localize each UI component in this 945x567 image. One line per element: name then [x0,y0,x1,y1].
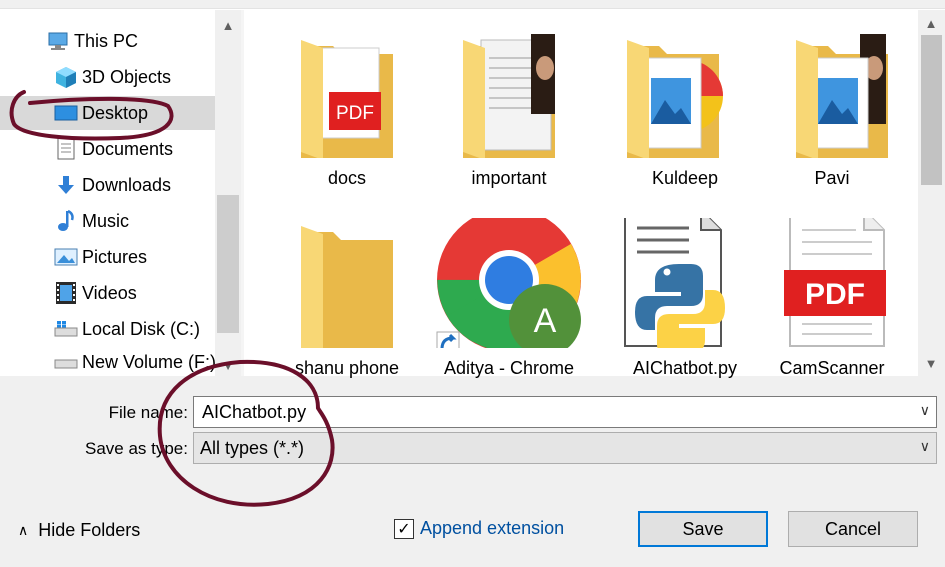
folder-pictures-icon [796,34,888,158]
file-name: shanu phone [294,358,400,378]
navigation-pane: This PC 3D Objects Desktop Documents Dow… [0,10,215,376]
chevron-up-icon: ∧ [18,522,29,538]
save-as-type-select[interactable]: All types (*.*) ∨ [193,432,937,464]
file-name: Kuldeep [651,168,719,188]
nav-scroll-down-icon[interactable]: ▼ [215,352,241,378]
nav-scrollbar[interactable]: ▲ ▼ [215,10,241,376]
downloads-icon [54,173,78,197]
nav-scroll-thumb[interactable] [217,195,239,333]
chrome-shortcut-icon: A [436,218,581,348]
file-item-camscanner[interactable]: PDF CamScanner [756,200,908,378]
folder-pictures-icon [627,40,723,158]
save-as-type-label: Save as type: [84,439,188,458]
append-extension-label: Append extension [420,518,565,538]
content-scrollbar[interactable]: ▲ ▼ [918,10,945,376]
file-item-aditya-chrome[interactable]: A Aditya - Chrome [433,200,585,378]
hide-folders-label: Hide Folders [38,520,141,540]
hide-folders-button[interactable]: ∧ Hide Folders [18,520,140,541]
nav-item-downloads[interactable]: Downloads [0,168,215,202]
file-name-label: File name: [108,403,188,422]
browser-area: This PC 3D Objects Desktop Documents Dow… [0,0,945,378]
avatar-letter: A [534,302,557,340]
append-extension-checkbox[interactable]: ✓ Append extension [394,518,564,539]
pdf-file-icon: PDF [784,218,886,347]
nav-item-this-pc[interactable]: This PC [0,24,215,58]
file-item-aichatbot[interactable]: AIChatbot.py [609,200,761,378]
nav-item-new-volume[interactable]: New Volume (F:) [0,348,215,376]
file-item-important[interactable]: important [433,10,585,188]
python-file-icon [624,218,725,348]
file-name-input[interactable] [202,399,882,425]
chevron-down-icon[interactable]: ∨ [920,402,930,419]
file-item-pavi[interactable]: Pavi [756,10,908,188]
save-as-type-value: All types (*.*) [200,438,305,458]
content-scroll-up-icon[interactable]: ▲ [918,10,944,36]
desktop-icon [54,101,78,125]
new-volume-icon [54,350,78,374]
nav-item-pictures[interactable]: Pictures [0,240,215,274]
file-name-combobox[interactable]: ∨ [193,396,937,428]
3d-objects-icon [54,65,78,89]
music-icon [54,209,78,233]
local-disk-icon [54,317,78,341]
nav-item-videos[interactable]: Videos [0,276,215,310]
file-name: Pavi [814,168,850,188]
file-name: AIChatbot.py [632,358,738,378]
save-button[interactable]: Save [638,511,768,547]
file-item-kuldeep[interactable]: Kuldeep [609,10,761,188]
checkmark-icon[interactable]: ✓ [394,518,414,539]
nav-item-music[interactable]: Music [0,204,215,238]
documents-icon [54,137,78,161]
file-name: Aditya - Chrome [443,358,575,378]
top-strip [0,0,945,9]
content-scroll-down-icon[interactable]: ▼ [918,350,944,376]
this-pc-icon [46,29,70,53]
nav-scroll-up-icon[interactable]: ▲ [215,12,241,38]
chevron-down-icon[interactable]: ∨ [920,438,930,455]
pictures-icon [54,245,78,269]
file-list: PDF docs important Kuldeep Pavi shanu ph… [244,10,918,378]
nav-item-desktop[interactable]: Desktop [0,96,215,130]
pdf-badge: PDF [805,278,865,311]
nav-item-documents[interactable]: Documents [0,132,215,166]
file-name: important [471,168,547,188]
file-item-shanu-phone[interactable]: shanu phone [271,200,423,378]
file-name: CamScanner [779,358,885,378]
content-scroll-thumb[interactable] [921,35,942,185]
nav-item-local-disk[interactable]: Local Disk (C:) [0,312,215,346]
file-item-docs[interactable]: PDF docs [271,10,423,188]
folder-icon [301,226,393,348]
file-name: docs [327,168,367,188]
folder-photos-icon [463,34,555,158]
videos-icon [54,281,78,305]
cancel-button[interactable]: Cancel [788,511,918,547]
pdf-badge: PDF [336,103,374,124]
nav-item-3d-objects[interactable]: 3D Objects [0,60,215,94]
folder-pdf-icon: PDF [301,40,393,158]
